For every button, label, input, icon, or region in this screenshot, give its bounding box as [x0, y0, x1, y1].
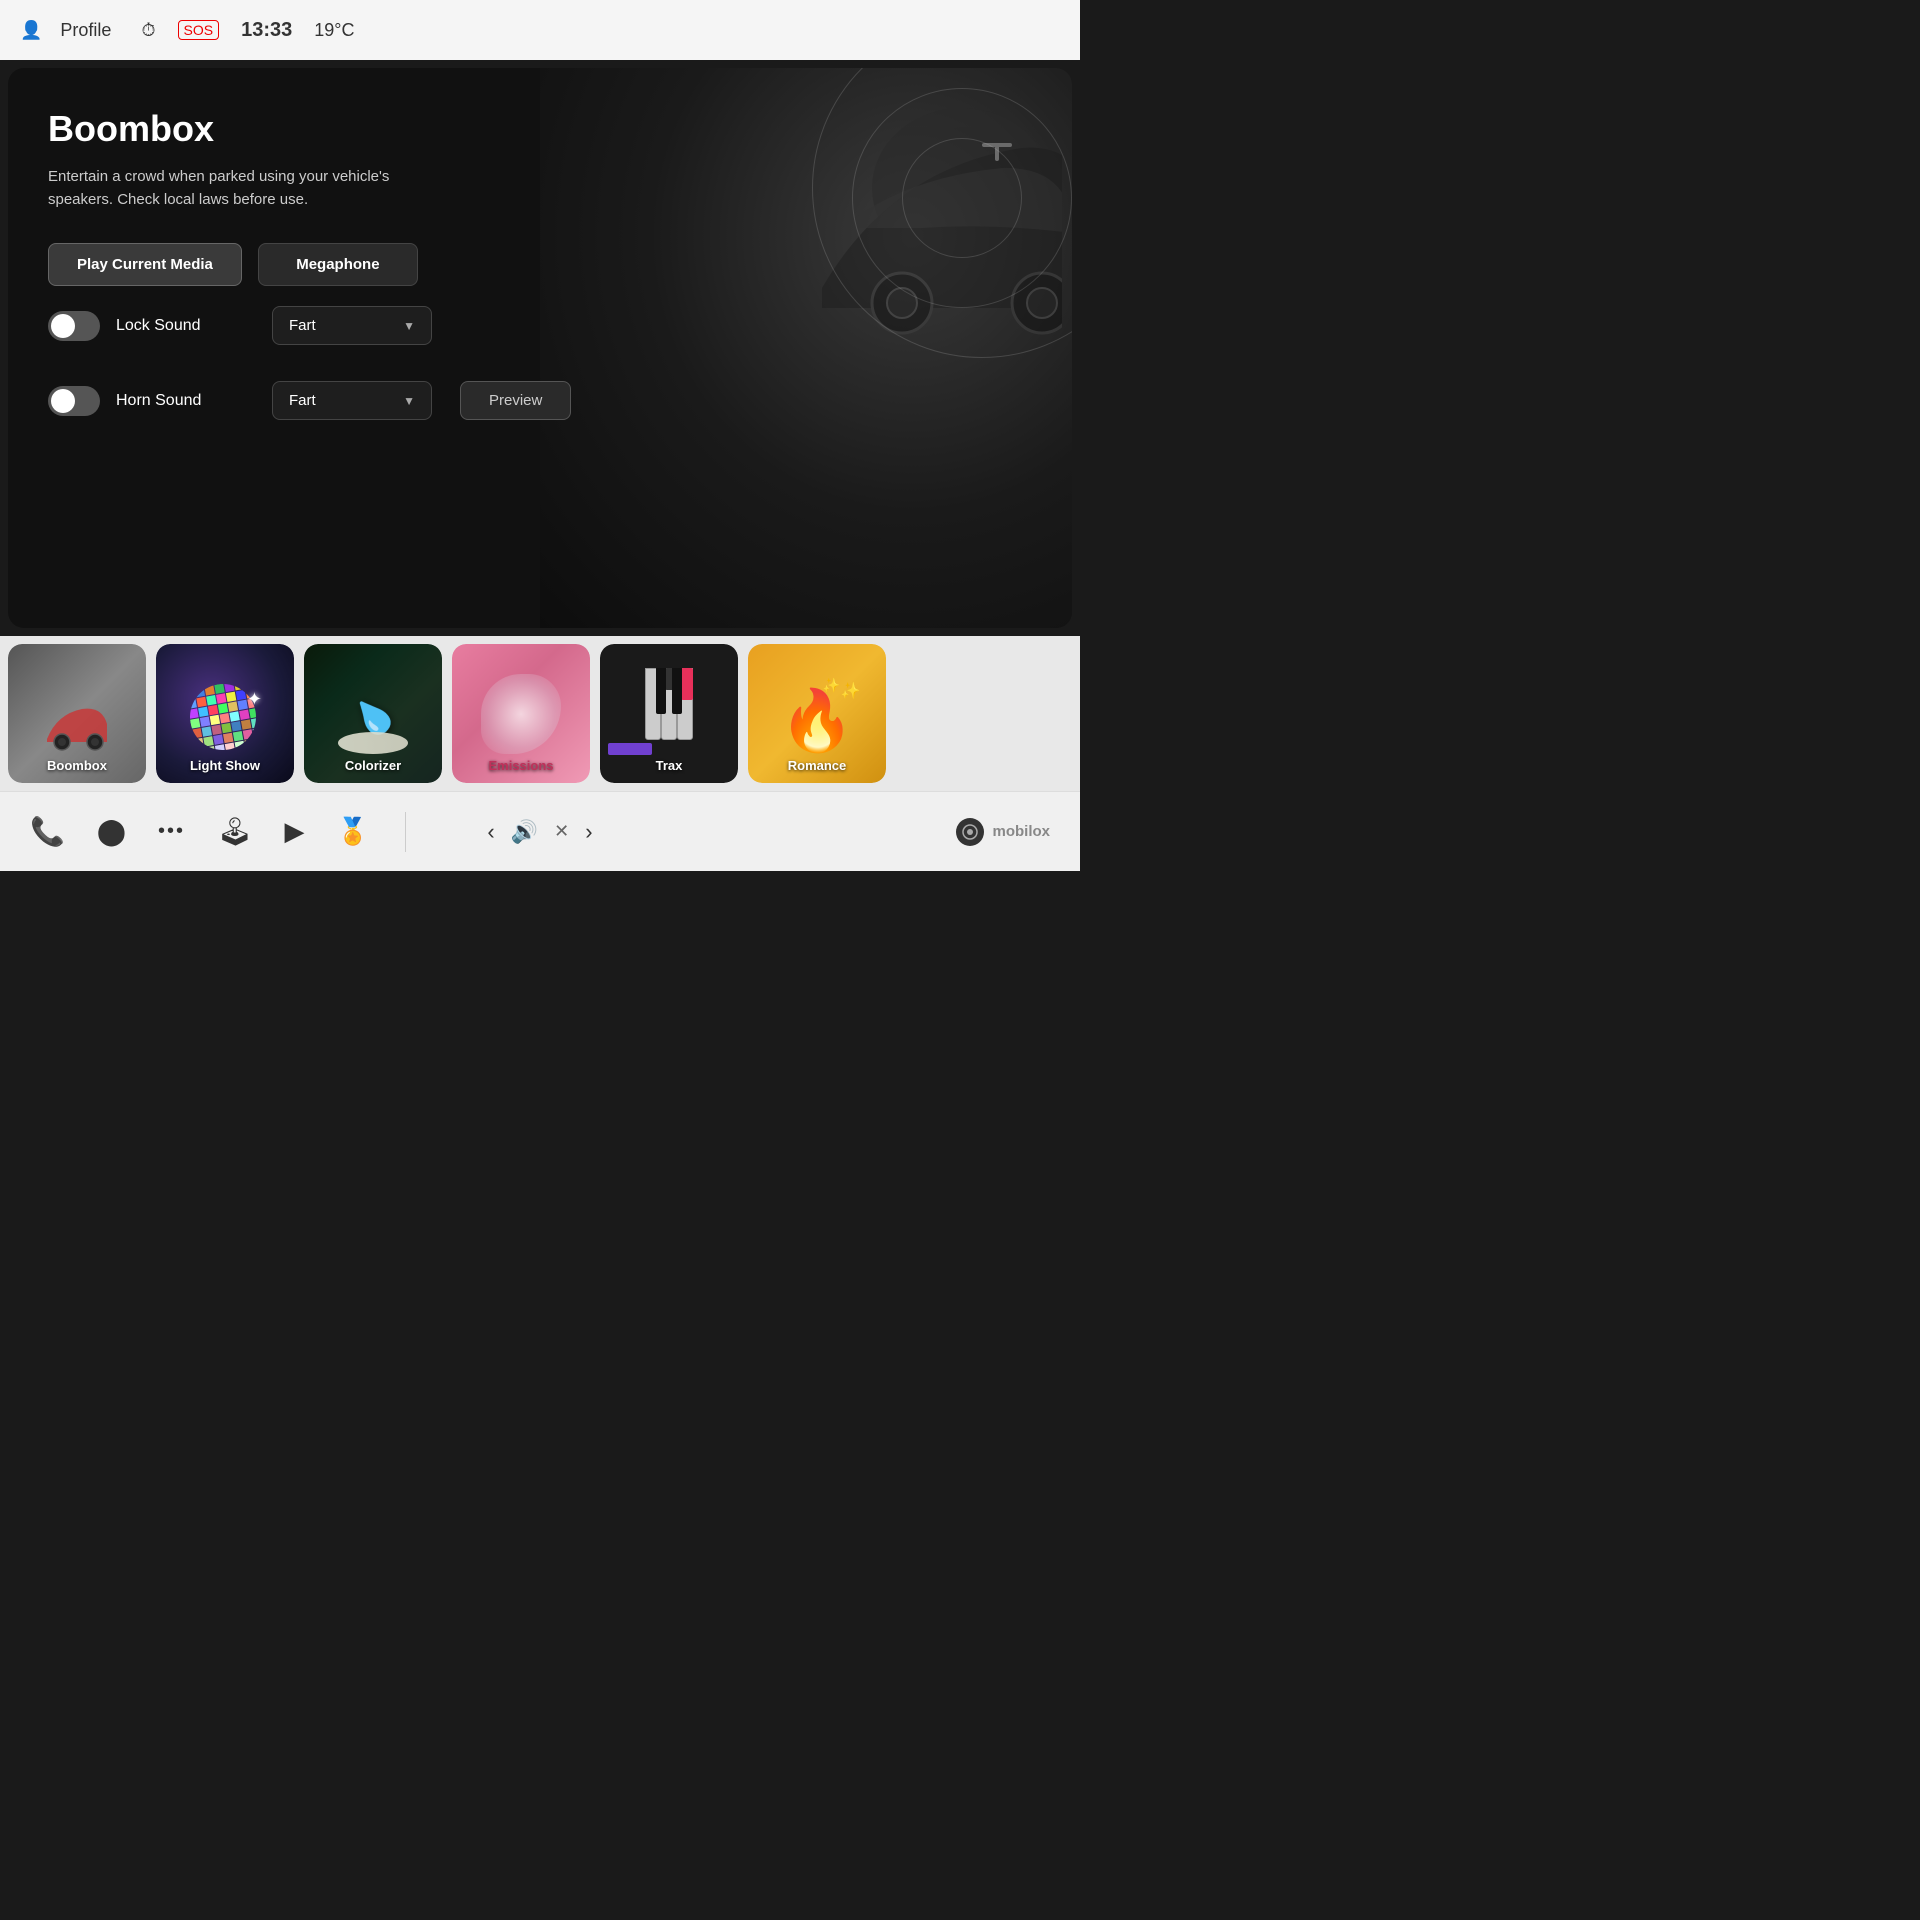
romance-tile-label: Romance [788, 758, 847, 773]
time-display: 13:33 [241, 19, 292, 42]
prev-track-icon[interactable]: ‹ [487, 819, 494, 845]
preview-button[interactable]: Preview [460, 381, 571, 420]
horn-sound-label: Horn Sound [116, 392, 236, 410]
boombox-panel: Boombox Entertain a crowd when parked us… [8, 68, 593, 476]
mobilox-logo [956, 818, 984, 846]
boombox-title: Boombox [48, 108, 553, 150]
horn-sound-row: Horn Sound Fart ▼ Preview [48, 381, 553, 420]
sos-label: SOS [178, 20, 220, 40]
media-controls: ‹ 🔊 ✕ › [487, 819, 592, 845]
taskbar-divider-1 [405, 812, 406, 852]
megaphone-button[interactable]: Megaphone [258, 243, 418, 286]
sparkle-1: ✨ [840, 681, 860, 701]
profile-label[interactable]: Profile [60, 20, 111, 41]
circle-3 [902, 138, 1022, 258]
controls-section: Play Current Media Megaphone Lock Sound … [48, 243, 553, 436]
boombox-tile-label: Boombox [47, 758, 107, 773]
horn-sound-dropdown[interactable]: Fart ▼ [272, 381, 432, 420]
next-track-icon[interactable]: › [585, 819, 592, 845]
app-tile-boombox[interactable]: Boombox [8, 644, 146, 783]
app-tile-emissions[interactable]: Emissions [452, 644, 590, 783]
phone-icon[interactable]: 📞 [30, 815, 65, 848]
app-tray: Boombox [0, 636, 1080, 791]
black-key-1 [656, 668, 666, 714]
pink-bar [681, 668, 693, 700]
colorizer-tile-label: Colorizer [345, 758, 401, 773]
app-tile-romance[interactable]: 🔥 ✨ ✨ Romance [748, 644, 886, 783]
horn-sound-value: Fart [289, 392, 316, 409]
lock-sound-arrow: ▼ [403, 319, 415, 333]
boombox-tile-icon [37, 694, 117, 754]
speaker-icon[interactable]: 🔊 [511, 819, 538, 845]
temperature-display: 19°C [314, 20, 354, 41]
colorizer-oval [338, 732, 408, 754]
play-current-media-button[interactable]: Play Current Media [48, 243, 242, 286]
taskbar: 📞 ⬤ ••• 🕹 ▶ 🏅 ‹ 🔊 ✕ › mobilox [0, 791, 1080, 871]
car-background [540, 68, 1072, 628]
trax-tile-label: Trax [656, 758, 683, 773]
romance-fire-container: 🔥 ✨ ✨ [780, 685, 855, 756]
disco-ball: ✦ [190, 684, 260, 754]
sparkle-2: ✨ [823, 677, 840, 694]
horn-sound-toggle[interactable] [48, 386, 100, 416]
lock-sound-value: Fart [289, 317, 316, 334]
mobilox-label: mobilox [992, 823, 1050, 840]
status-bar: 👤 Profile ⏱ SOS 13:33 19°C [0, 0, 1080, 60]
horn-sound-arrow: ▼ [403, 394, 415, 408]
boombox-description: Entertain a crowd when parked using your… [48, 166, 428, 211]
clock-icon: ⏱ [141, 20, 155, 41]
lock-sound-label: Lock Sound [116, 317, 236, 335]
joystick-icon[interactable]: 🕹 [217, 815, 253, 848]
app-tile-trax[interactable]: Trax [600, 644, 738, 783]
dots-icon[interactable]: ••• [158, 820, 185, 843]
app-tile-lightshow[interactable]: ✦ Light Show [156, 644, 294, 783]
media-icon[interactable]: ▶ [285, 816, 305, 847]
lock-sound-row: Lock Sound Fart ▼ [48, 306, 553, 345]
lock-sound-toggle[interactable] [48, 311, 100, 341]
mobilox-watermark: mobilox [956, 818, 1050, 846]
mode-buttons-row: Play Current Media Megaphone [48, 243, 553, 286]
lightshow-tile-label: Light Show [190, 758, 260, 773]
mute-icon[interactable]: ✕ [554, 821, 569, 842]
emissions-tile-label: Emissions [488, 758, 553, 773]
profile-icon: 👤 [20, 20, 42, 41]
apps-icon[interactable]: 🏅 [337, 816, 369, 847]
app-tile-colorizer[interactable]: 💧 Colorizer [304, 644, 442, 783]
purple-bar [608, 743, 652, 755]
black-key-2 [672, 668, 682, 714]
main-content: Boombox Entertain a crowd when parked us… [8, 68, 1072, 628]
camera-icon[interactable]: ⬤ [97, 816, 126, 847]
lock-sound-dropdown[interactable]: Fart ▼ [272, 306, 432, 345]
